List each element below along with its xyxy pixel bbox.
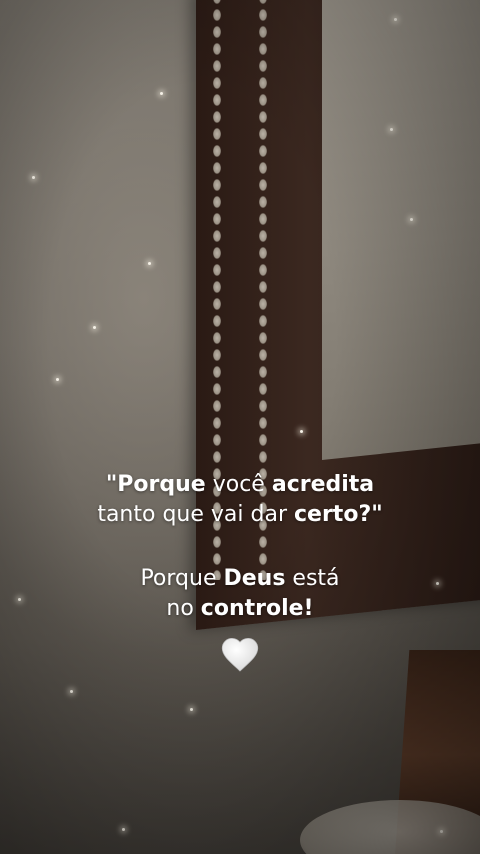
sparkle — [148, 262, 151, 265]
quote-line-1: "Porque você acredita — [0, 470, 480, 500]
answer-line-2: no controle! — [0, 594, 480, 624]
sparkle — [160, 92, 163, 95]
sparkle — [410, 218, 413, 221]
answer-word: no — [166, 596, 201, 621]
background-photo — [0, 0, 480, 854]
quote-bold-word: certo?" — [294, 502, 383, 527]
answer-bold-word: Deus — [223, 566, 286, 591]
quote-bold-word: "Porque — [105, 472, 206, 497]
quote-line-2: tanto que vai dar certo?" — [0, 500, 480, 530]
sparkle — [390, 128, 393, 131]
sparkle — [93, 326, 96, 329]
pillow — [300, 800, 480, 854]
sparkle — [190, 708, 193, 711]
answer-word: está — [285, 566, 340, 591]
quote-word: tanto que vai dar — [97, 502, 294, 527]
white-heart-icon — [218, 632, 262, 676]
sparkle — [440, 830, 443, 833]
mirror-glass — [322, 0, 480, 460]
sparkle — [56, 378, 59, 381]
answer-line-1: Porque Deus está — [0, 564, 480, 594]
sparkle — [300, 430, 303, 433]
sparkle — [122, 828, 125, 831]
answer-bold-word: controle! — [200, 596, 314, 621]
quote-text: "Porque você acredita tanto que vai dar … — [0, 470, 480, 624]
quote-word: você — [205, 472, 272, 497]
sparkle — [394, 18, 397, 21]
sparkle — [32, 176, 35, 179]
sparkle — [70, 690, 73, 693]
answer-word: Porque — [140, 566, 224, 591]
quote-bold-word: acredita — [271, 472, 375, 497]
